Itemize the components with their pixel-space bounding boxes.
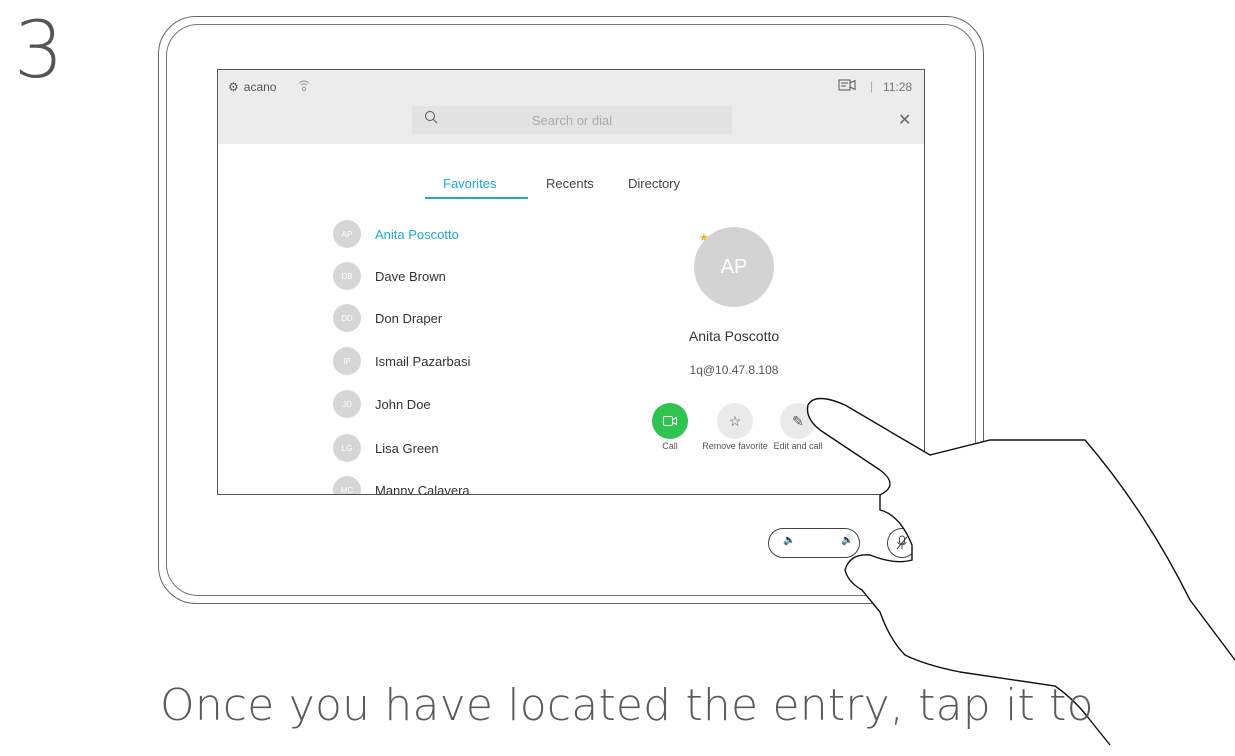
contact-list-item[interactable]: JD John Doe (333, 388, 431, 420)
contact-name: Ismail Pazarbasi (375, 353, 471, 369)
contact-list-item[interactable]: DB Dave Brown (333, 260, 446, 292)
call-button[interactable]: Call (635, 403, 705, 451)
active-tab-indicator (425, 197, 528, 199)
settings-gear-icon[interactable]: ⚙ (228, 80, 239, 94)
contact-list-item[interactable]: DD Don Draper (333, 302, 442, 334)
close-icon[interactable]: ✕ (898, 110, 911, 130)
touch-screen: ⚙ acano | 11:28 Search or dial ✕ Favorit… (217, 69, 925, 495)
contact-name: Manny Calavera (375, 482, 470, 495)
step-number: 3 (14, 6, 64, 96)
avatar: JD (333, 390, 361, 418)
tab-favorites[interactable]: Favorites (443, 176, 496, 191)
clock: 11:28 (883, 80, 913, 94)
avatar: AP (333, 220, 361, 248)
contact-list-item[interactable]: IP Ismail Pazarbasi (333, 345, 470, 377)
microphone-mute-icon (896, 535, 908, 550)
instruction-caption: Once you have located the entry, tap it … (160, 680, 1094, 731)
pencil-icon: ✎ (780, 403, 816, 439)
star-icon: ☆ (717, 403, 753, 439)
contact-name: John Doe (375, 396, 431, 412)
self-view-icon[interactable] (838, 79, 856, 94)
contact-list-item[interactable]: MC Manny Calavera (333, 474, 470, 495)
avatar: MC (333, 476, 361, 494)
contact-name: Lisa Green (375, 440, 439, 456)
tab-recents[interactable]: Recents (546, 176, 594, 191)
top-bar: ⚙ acano | 11:28 Search or dial ✕ (218, 70, 924, 144)
search-placeholder: Search or dial (531, 113, 613, 128)
contact-name: Dave Brown (375, 268, 446, 284)
contact-list-item[interactable]: AP Anita Poscotto (333, 218, 459, 250)
contact-name: Anita Poscotto (375, 226, 459, 242)
favorite-star-icon: ★ (699, 232, 709, 244)
edit-and-call-button[interactable]: ✎ Edit and call (763, 403, 833, 451)
status-separator: | (870, 79, 874, 93)
detail-contact-uri: 1q@10.47.8.108 (689, 363, 779, 377)
volume-control[interactable]: 🔈 🔊 (768, 528, 860, 558)
mute-microphone-button[interactable] (887, 528, 917, 558)
avatar: IP (333, 347, 361, 375)
edit-and-call-label: Edit and call (773, 441, 823, 451)
avatar: LG (333, 434, 361, 462)
brand[interactable]: ⚙ acano (228, 80, 276, 94)
tab-directory[interactable]: Directory (628, 176, 680, 191)
volume-up-icon[interactable]: 🔊 (841, 535, 853, 546)
wifi-icon (298, 79, 310, 96)
remove-favorite-label: Remove favorite (702, 441, 768, 451)
detail-contact-name: Anita Poscotto (688, 328, 780, 344)
avatar: DD (333, 304, 361, 332)
remove-favorite-button[interactable]: ☆ Remove favorite (700, 403, 770, 451)
search-input[interactable]: Search or dial (412, 106, 732, 134)
avatar: DB (333, 262, 361, 290)
volume-down-icon[interactable]: 🔈 (783, 535, 795, 546)
contact-name: Don Draper (375, 310, 443, 326)
call-label: Call (662, 441, 678, 451)
brand-label: acano (243, 80, 277, 94)
contact-list-item[interactable]: LG Lisa Green (333, 432, 439, 464)
video-camera-icon (652, 403, 688, 439)
